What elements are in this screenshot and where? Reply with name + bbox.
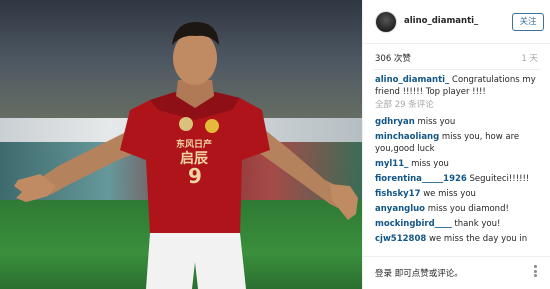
post-stats: 306 次赞 1 天 xyxy=(373,44,540,70)
comment-text: we miss the day you in xyxy=(429,234,528,244)
comment-text: Seguiteci!!!!!! xyxy=(469,174,530,184)
caption: alino_diamanti_ Congratulations my frien… xyxy=(375,74,547,98)
comment-list: alino_diamanti_ Congratulations my frien… xyxy=(375,74,547,248)
comment-user[interactable]: fishsky17 xyxy=(375,189,421,199)
comment-item: mockingbird____ thank you! xyxy=(375,218,547,230)
post-header: alino_diamanti_ 关注 xyxy=(363,0,550,44)
comment-user[interactable]: cjw512808 xyxy=(375,234,426,244)
comment-text: miss you xyxy=(417,117,456,127)
comment-item: fishsky17 we miss you xyxy=(375,188,547,200)
comment-user[interactable]: myl11_ xyxy=(375,159,408,169)
comment-user[interactable]: gdhryan xyxy=(375,117,415,127)
comment-text: miss you xyxy=(411,159,449,169)
view-all-comments-link[interactable]: 全部 29 条评论 xyxy=(375,99,547,111)
jersey-number: 9 xyxy=(188,164,202,188)
comment-item: myl11_ miss you xyxy=(375,158,547,170)
more-options-icon[interactable] xyxy=(529,264,543,278)
comment-item: cjw512808 we miss the day you in xyxy=(375,233,547,245)
post-sidebar: alino_diamanti_ 关注 306 次赞 1 天 alino_diam… xyxy=(362,0,550,289)
comment-user[interactable]: anyangluo xyxy=(375,204,425,214)
comment-item: anyangluo miss you diamond! xyxy=(375,203,547,215)
comment-user[interactable]: fiorentina_____1926 xyxy=(375,174,467,184)
comment-item: minchaoliang miss you, how are you,good … xyxy=(375,131,547,155)
comment-user[interactable]: minchaoliang xyxy=(375,132,439,142)
post-username[interactable]: alino_diamanti_ xyxy=(404,16,478,26)
comment-text: thank you! xyxy=(454,219,501,229)
comment-item: fiorentina_____1926 Seguiteci!!!!!! xyxy=(375,173,547,185)
avatar[interactable] xyxy=(375,11,397,33)
likes-count[interactable]: 306 次赞 xyxy=(375,52,411,64)
post-time[interactable]: 1 天 xyxy=(521,52,538,64)
login-prompt[interactable]: 登录 即可点赞或评论。 xyxy=(375,267,463,279)
comment-user[interactable]: mockingbird____ xyxy=(375,219,452,229)
comment-text: we miss you xyxy=(423,189,476,199)
comment-text: miss you diamond! xyxy=(427,204,509,214)
post-photo[interactable]: 东风日产 启辰 9 xyxy=(0,0,362,289)
post-footer: 登录 即可点赞或评论。 xyxy=(363,256,550,289)
instagram-post: 东风日产 启辰 9 alino_diamanti_ 关注 306 次赞 1 天 … xyxy=(0,0,550,289)
follow-button[interactable]: 关注 xyxy=(512,13,544,31)
comment-item: gdhryan miss you xyxy=(375,116,547,128)
caption-user[interactable]: alino_diamanti_ xyxy=(375,75,449,85)
